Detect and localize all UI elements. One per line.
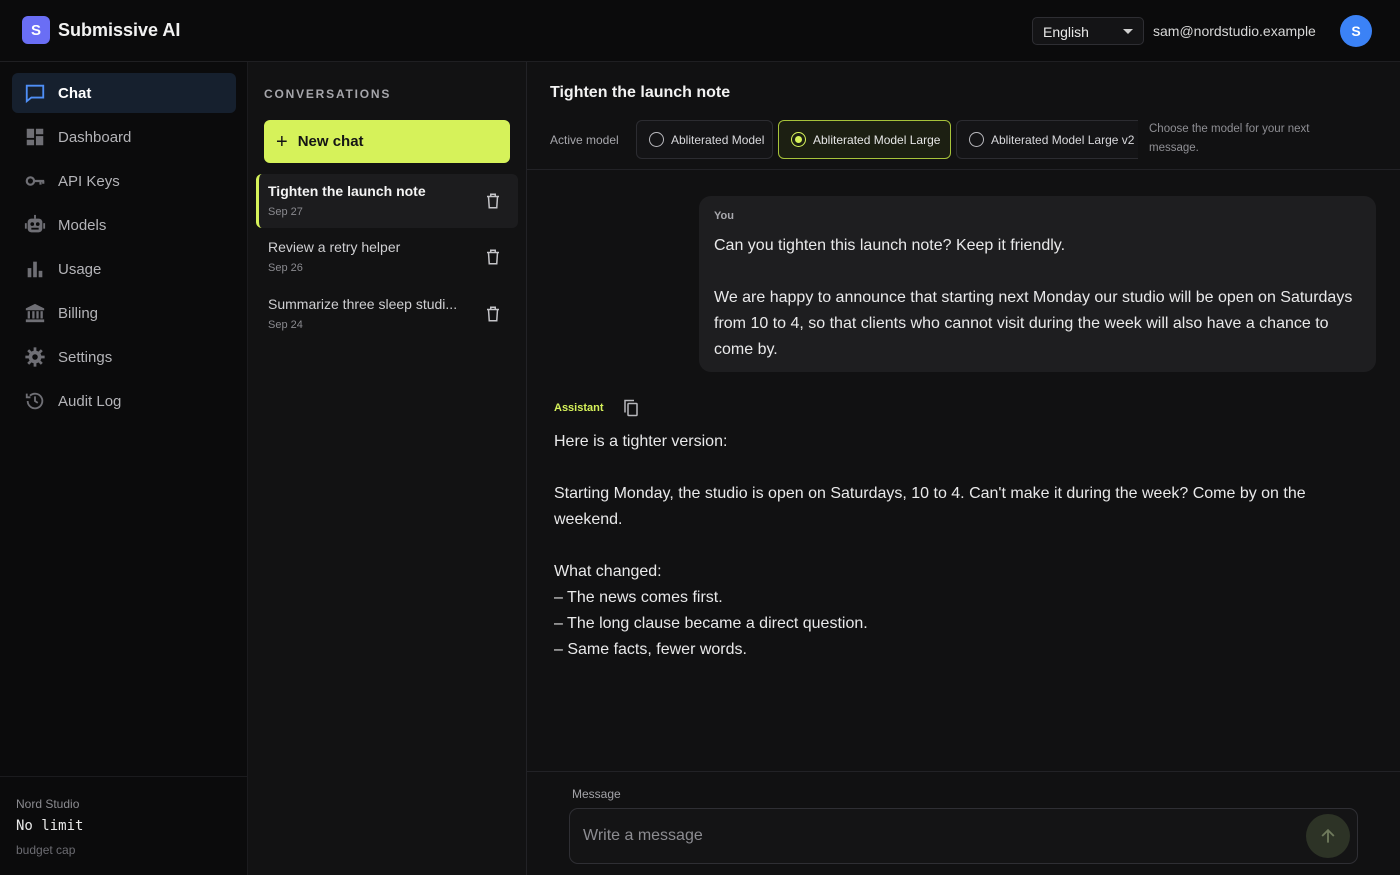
- trash-icon[interactable]: [484, 248, 502, 266]
- conversation-date: Sep 26: [268, 262, 303, 274]
- model-option[interactable]: Abliterated Model: [636, 120, 773, 159]
- dashboard-icon: [26, 128, 44, 146]
- message-text: Can you tighten this launch note? Keep i…: [714, 237, 1353, 358]
- assistant-message-text: Here is a tighter version: Starting Mond…: [554, 433, 1306, 658]
- nav-item-dashboard[interactable]: Dashboard: [12, 117, 236, 157]
- conversation-item[interactable]: Summarize three sleep studi... Sep 24: [256, 287, 518, 341]
- assistant-role: Assistant: [554, 402, 604, 414]
- nav-item-api-keys[interactable]: API Keys: [12, 161, 236, 201]
- bank-icon: [25, 303, 45, 323]
- chat-header: Tighten the launch note Active model Abl…: [527, 62, 1400, 170]
- conversation-date: Sep 24: [268, 319, 303, 331]
- new-chat-label: New chat: [297, 133, 364, 150]
- conversation-title: Review a retry helper: [268, 239, 401, 255]
- nav-item-label: Billing: [58, 304, 99, 322]
- brand-logo: S: [22, 16, 50, 44]
- brand[interactable]: S Submissive AI: [22, 16, 180, 44]
- model-hint: Choose the model for your next message.: [1149, 123, 1310, 154]
- message-role: You: [714, 210, 734, 222]
- bar-chart-icon: [27, 261, 43, 278]
- robot-icon: [24, 214, 46, 233]
- model-option[interactable]: Abliterated Model Large: [778, 120, 951, 159]
- nav-item-models[interactable]: Models: [12, 205, 236, 245]
- trash-icon[interactable]: [484, 305, 502, 323]
- conversation-date: Sep 27: [268, 206, 303, 218]
- model-option-label: Abliterated Model Large: [813, 132, 941, 147]
- conversation-item[interactable]: Review a retry helper Sep 26: [256, 230, 518, 284]
- new-chat-button[interactable]: + New chat: [264, 120, 510, 163]
- avatar[interactable]: S: [1340, 15, 1372, 47]
- message-composer: Message: [527, 771, 1400, 875]
- radio-icon: [969, 132, 984, 147]
- org-name: Nord Studio: [16, 797, 80, 811]
- chat-icon: [25, 84, 45, 104]
- user-email: sam@nordstudio.example: [1153, 23, 1316, 39]
- key-icon: [25, 176, 45, 186]
- copy-icon[interactable]: [622, 399, 640, 417]
- conversation-title: Tighten the launch note: [268, 183, 426, 199]
- conversations-panel: CONVERSATIONS + New chat Tighten the lau…: [248, 62, 527, 875]
- arrow-up-icon: [1321, 828, 1335, 843]
- nav-item-label: Dashboard: [58, 128, 132, 146]
- active-model-label: Active model: [550, 133, 619, 147]
- send-button[interactable]: [1306, 814, 1350, 858]
- nav-item-billing[interactable]: Billing: [12, 293, 236, 333]
- conversations-header: CONVERSATIONS: [264, 87, 392, 101]
- trash-icon[interactable]: [484, 192, 502, 210]
- model-option[interactable]: Abliterated Model Large v2: [956, 120, 1138, 159]
- top-bar: S Submissive AI English sam@nordstudio.e…: [0, 0, 1400, 62]
- nav-item-label: Audit Log: [58, 392, 122, 410]
- plan-note: budget cap: [16, 843, 76, 857]
- history-icon: [25, 392, 44, 410]
- gear-icon: [25, 347, 45, 367]
- language-select[interactable]: English: [1032, 17, 1144, 45]
- radio-icon: [649, 132, 664, 147]
- plan-limit: No limit: [16, 818, 84, 834]
- caret-down-icon: [1123, 29, 1133, 34]
- nav-item-audit-log[interactable]: Audit Log: [12, 381, 236, 421]
- conversation-title: Summarize three sleep studi...: [268, 296, 458, 312]
- nav-item-label: Settings: [58, 348, 113, 366]
- plus-icon: +: [276, 130, 288, 153]
- chat-main: Tighten the launch note Active model Abl…: [527, 62, 1400, 875]
- radio-icon: [791, 132, 806, 147]
- nav-item-usage[interactable]: Usage: [12, 249, 236, 289]
- nav-item-chat[interactable]: Chat: [12, 73, 236, 113]
- message-label: Message: [572, 787, 621, 801]
- message-input[interactable]: [569, 808, 1358, 864]
- nav-item-label: Usage: [58, 260, 102, 278]
- model-option-label: Abliterated Model Large v2: [991, 132, 1135, 147]
- workspace-footer: Nord Studio No limit budget cap: [0, 776, 248, 875]
- conversation-item[interactable]: Tighten the launch note Sep 27: [256, 174, 518, 228]
- nav-item-label: Chat: [58, 84, 92, 102]
- nav-item-label: API Keys: [58, 172, 120, 190]
- sidebar-nav: Chat Dashboard API Keys Models Usage Bil…: [0, 62, 248, 875]
- nav-item-label: Models: [58, 216, 107, 234]
- user-message: You Can you tighten this launch note? Ke…: [699, 196, 1376, 372]
- brand-name: Submissive AI: [58, 19, 181, 40]
- nav-item-settings[interactable]: Settings: [12, 337, 236, 377]
- chat-title: Tighten the launch note: [550, 84, 731, 101]
- language-value: English: [1043, 24, 1089, 40]
- model-option-label: Abliterated Model: [671, 132, 765, 147]
